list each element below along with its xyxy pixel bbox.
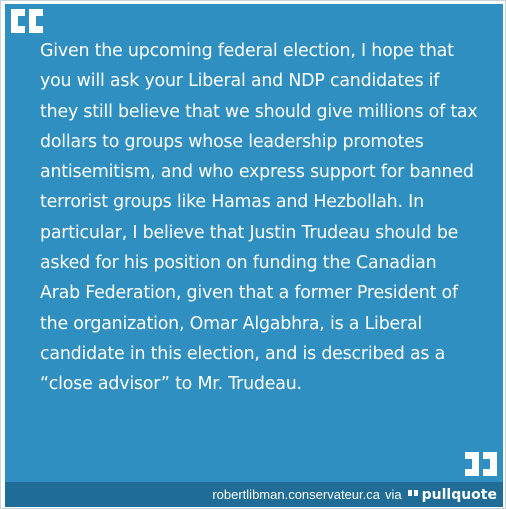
pullquote-brand-link[interactable]: pullquote <box>407 486 497 503</box>
quote-text: Given the upcoming federal election, I h… <box>40 41 478 395</box>
pullquote-card: Given the upcoming federal election, I h… <box>0 0 506 509</box>
source-link[interactable]: robertlibman.conservateur.ca <box>212 487 380 502</box>
quote-panel: Given the upcoming federal election, I h… <box>5 4 503 482</box>
open-quote-icon <box>11 9 43 33</box>
via-label: via <box>384 487 402 502</box>
pullquote-logo-icon <box>407 489 418 496</box>
pullquote-brand-text: pullquote <box>421 486 497 503</box>
attribution-bar: robertlibman.conservateur.ca via pullquo… <box>5 482 503 507</box>
close-quote-icon <box>465 452 497 476</box>
